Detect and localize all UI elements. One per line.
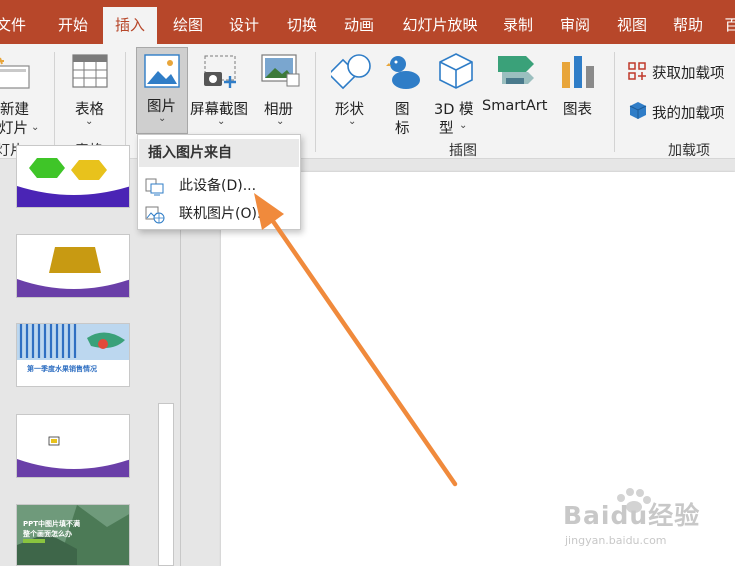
watermark-text: Baidu经验 (563, 501, 701, 530)
annotation-arrow (254, 193, 458, 487)
watermark-url: jingyan.baidu.com (565, 534, 667, 547)
